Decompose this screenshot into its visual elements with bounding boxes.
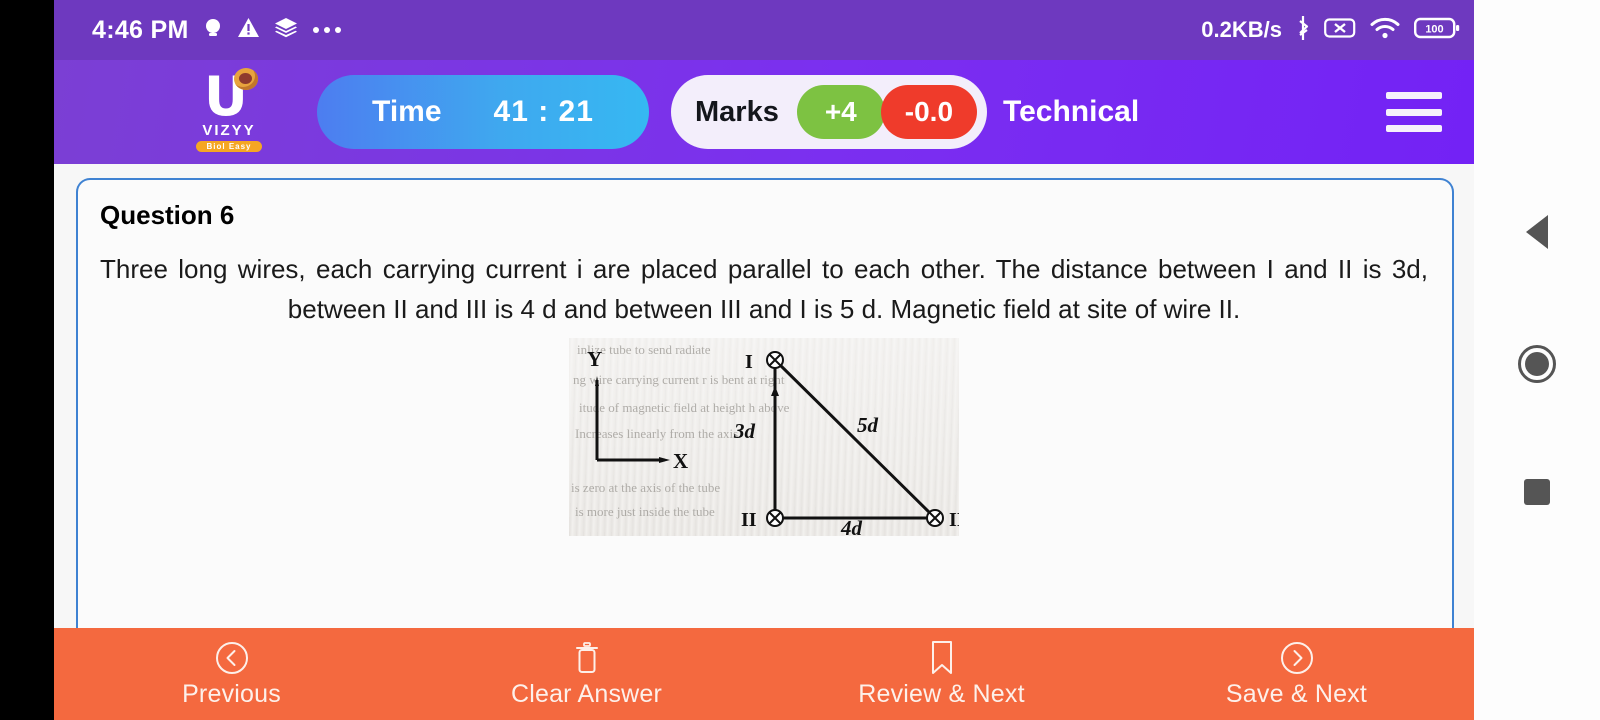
- layers-icon: [274, 17, 298, 44]
- clear-answer-label: Clear Answer: [510, 679, 663, 708]
- svg-text:3d: 3d: [733, 419, 756, 443]
- marks-negative-badge: -0.0: [880, 85, 978, 139]
- wifi-icon: [1369, 16, 1401, 45]
- svg-text:II: II: [741, 509, 757, 531]
- chevron-left-circle-icon: [215, 640, 249, 676]
- question-figure: inlize tube to send radiate ng wire carr…: [569, 337, 959, 536]
- logo-brain-icon: [234, 68, 258, 90]
- question-title: Question 6: [100, 200, 235, 230]
- status-bar-left: 4:46 PM: [92, 16, 342, 45]
- marks-pill: Marks +4 -0.0: [671, 75, 988, 149]
- logo-mark-icon: U: [200, 68, 258, 124]
- previous-button[interactable]: Previous: [54, 640, 409, 709]
- bottom-action-bar: Previous Clear Answer Review & Next Save…: [54, 628, 1474, 720]
- svg-text:I: I: [745, 351, 753, 373]
- android-navigation-bar: [1474, 0, 1600, 720]
- back-triangle-icon[interactable]: [1526, 215, 1548, 249]
- trash-icon: [572, 640, 602, 676]
- marks-label: Marks: [695, 95, 779, 128]
- save-next-label: Save & Next: [1225, 679, 1368, 708]
- logo-tagline: Biol Easy: [196, 141, 262, 152]
- status-time: 4:46 PM: [92, 15, 189, 44]
- app-header: U VIZYY Biol Easy Time 41 : 21 Marks +4 …: [54, 60, 1474, 164]
- sim-disabled-icon: [1324, 16, 1356, 45]
- save-next-button[interactable]: Save & Next: [1119, 640, 1474, 709]
- review-next-button[interactable]: Review & Next: [764, 640, 1119, 709]
- bluetooth-icon: [1295, 15, 1311, 46]
- svg-text:X: X: [673, 449, 688, 473]
- timer-value: 41 : 21: [493, 95, 594, 128]
- question-text: Three long wires, each carrying current …: [100, 254, 1428, 325]
- subject-label: Technical: [1003, 95, 1140, 128]
- svg-text:III: III: [949, 509, 959, 531]
- review-next-label: Review & Next: [858, 679, 1025, 708]
- bookmark-icon: [929, 640, 955, 676]
- question-body: Question 6 Three long wires, each carryi…: [54, 164, 1474, 720]
- svg-text:Y: Y: [587, 347, 602, 371]
- figure-diagram: Y X I II III: [587, 347, 959, 536]
- more-icon: [312, 21, 342, 39]
- hamburger-bar: [1386, 125, 1442, 132]
- hamburger-bar: [1386, 108, 1442, 116]
- status-bar-right: 0.2KB/s 100: [1201, 15, 1460, 46]
- app-screen: 4:46 PM 0.2KB/s 100 U VIZYY Biol Easy Ti…: [54, 0, 1474, 720]
- network-speed: 0.2KB/s: [1201, 17, 1282, 42]
- status-bar: 4:46 PM 0.2KB/s 100: [54, 0, 1474, 60]
- svg-text:100: 100: [1425, 23, 1443, 35]
- app-logo[interactable]: U VIZYY Biol Easy: [159, 68, 299, 152]
- timer-label: Time: [372, 95, 442, 128]
- battery-icon: 100: [1414, 16, 1460, 45]
- clear-answer-button[interactable]: Clear Answer: [409, 640, 764, 709]
- home-circle-icon[interactable]: [1518, 345, 1556, 383]
- svg-text:4d: 4d: [840, 516, 863, 536]
- hamburger-bar: [1386, 92, 1442, 99]
- warning-icon: [237, 17, 260, 43]
- timer-pill: Time 41 : 21: [317, 75, 649, 149]
- marks-positive-badge: +4: [796, 85, 885, 139]
- chevron-right-circle-icon: [1280, 640, 1314, 676]
- alarm-icon: [203, 17, 223, 44]
- recents-square-icon[interactable]: [1524, 479, 1550, 505]
- previous-label: Previous: [182, 679, 281, 708]
- hamburger-menu-icon[interactable]: [1386, 92, 1442, 132]
- svg-text:5d: 5d: [857, 413, 879, 437]
